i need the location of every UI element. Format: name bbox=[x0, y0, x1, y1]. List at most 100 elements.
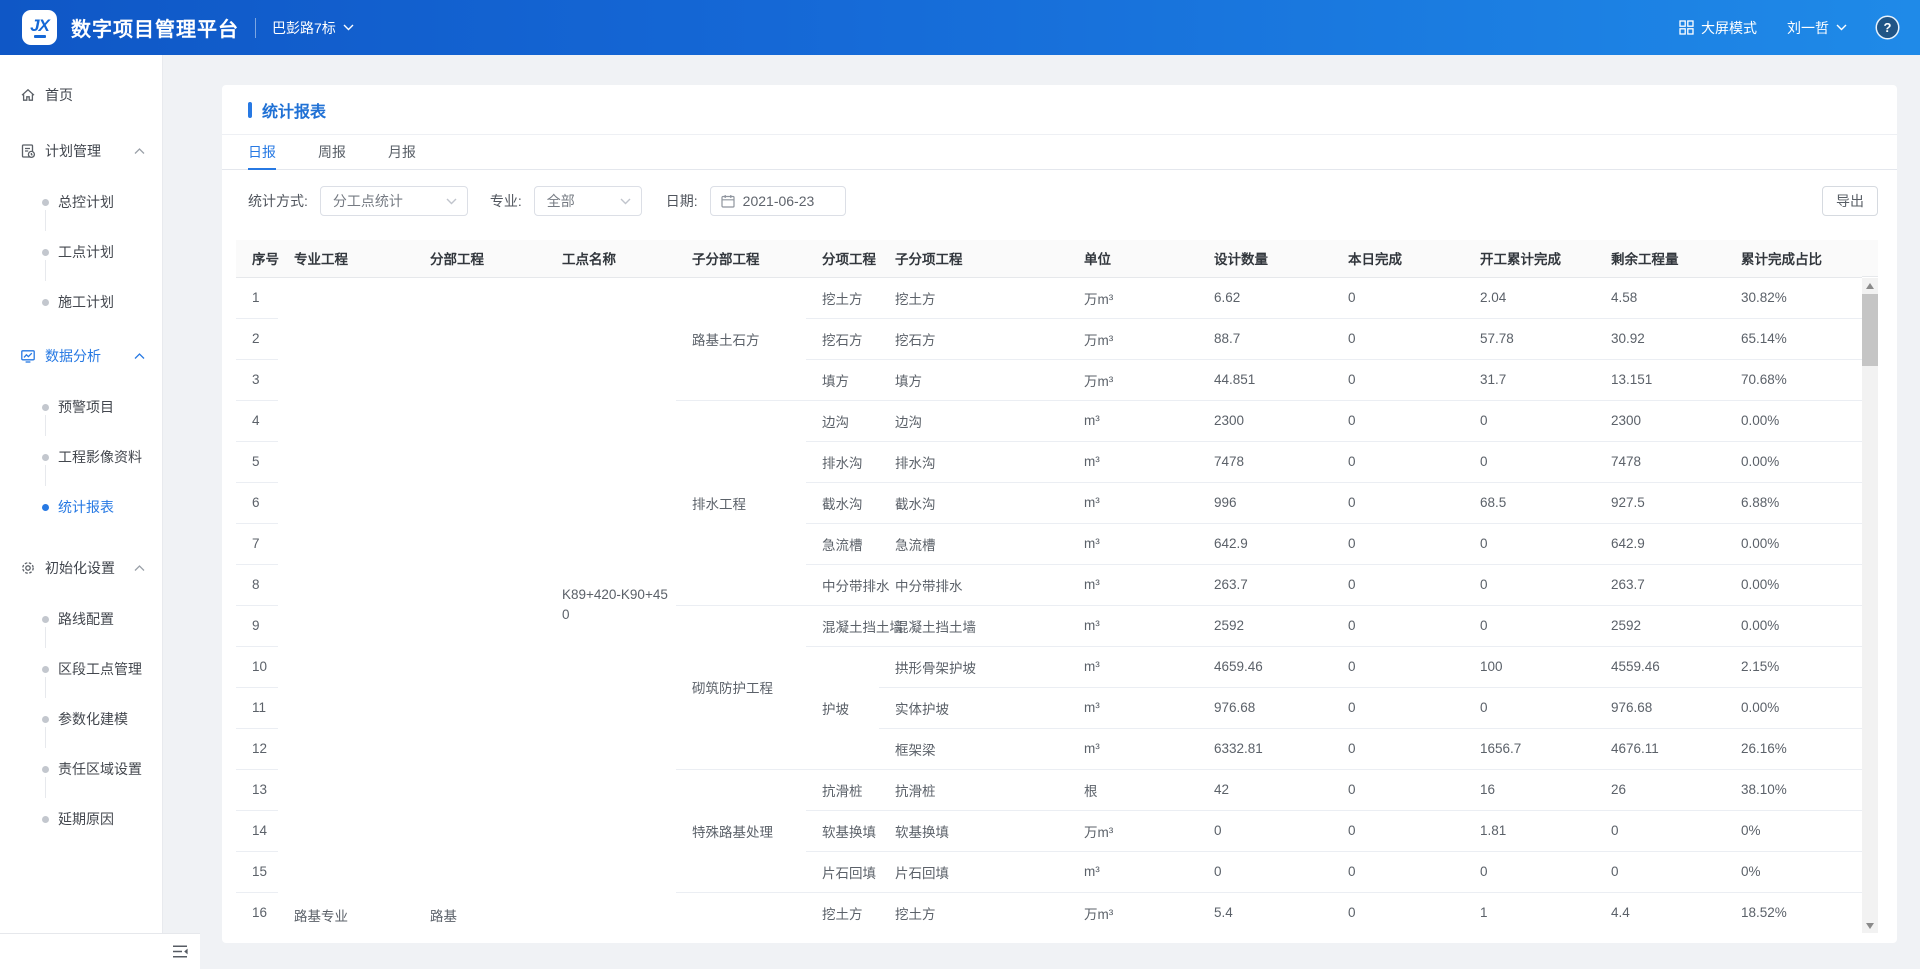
cell-no: 2 bbox=[236, 318, 278, 359]
cell-no: 1 bbox=[236, 277, 278, 318]
sidebar-item-project-images[interactable]: 工程影像资料 bbox=[0, 432, 163, 482]
vertical-scrollbar[interactable] bbox=[1862, 278, 1878, 933]
cell-today-done: 0 bbox=[1332, 359, 1464, 400]
sidebar-item-statistical-reports[interactable]: 统计报表 bbox=[0, 482, 163, 532]
user-menu[interactable]: 刘一哲 bbox=[1787, 18, 1847, 38]
scrollbar-thumb[interactable] bbox=[1862, 294, 1878, 366]
statistics-table: 序号专业工程分部工程工点名称子分部工程分项工程子分项工程单位设计数量本日完成开工… bbox=[236, 240, 1862, 933]
cell-today-done: 0 bbox=[1332, 482, 1464, 523]
sidebar-item-responsibility-area-settings[interactable]: 责任区域设置 bbox=[0, 744, 163, 794]
sidebar-item-construction-plan[interactable]: 施工计划 bbox=[0, 277, 163, 327]
header-divider bbox=[255, 18, 256, 38]
tab-weekly[interactable]: 周报 bbox=[318, 135, 346, 169]
date-input[interactable]: 2021-06-23 bbox=[710, 186, 846, 216]
sidebar-group-data-analysis: 数据分析预警项目工程影像资料统计报表 bbox=[0, 336, 163, 532]
sidebar-item-home[interactable]: 首页 bbox=[0, 75, 163, 115]
cell-no: 16 bbox=[236, 892, 278, 933]
sidebar-item-section-site-management[interactable]: 区段工点管理 bbox=[0, 644, 163, 694]
cell-unit: 万m³ bbox=[1068, 810, 1198, 851]
cell-item: 挖土方 bbox=[806, 277, 879, 318]
help-button[interactable]: ? bbox=[1877, 17, 1898, 38]
bullet-icon bbox=[42, 666, 49, 673]
cell-sub-division: 特殊路基处理 bbox=[676, 769, 806, 892]
export-button[interactable]: 导出 bbox=[1822, 186, 1878, 216]
sidebar-subitem-label: 区段工点管理 bbox=[58, 659, 142, 679]
tab-monthly[interactable]: 月报 bbox=[388, 135, 416, 169]
cell-sub-item: 中分带排水 bbox=[879, 564, 1068, 605]
sidebar-item-site-plan[interactable]: 工点计划 bbox=[0, 227, 163, 277]
chevron-up-icon bbox=[134, 565, 145, 572]
cell-item: 抗滑桩 bbox=[806, 769, 879, 810]
cell-today-done: 0 bbox=[1332, 769, 1464, 810]
big-screen-mode-button[interactable]: 大屏模式 bbox=[1679, 18, 1757, 38]
specialty-select[interactable]: 全部 bbox=[534, 186, 642, 216]
cell-started-cum: 1 bbox=[1464, 892, 1595, 933]
cell-unit: 万m³ bbox=[1068, 892, 1198, 933]
cell-cum-pct: 0% bbox=[1725, 851, 1862, 892]
table-body: 1路基专业路基K89+420-K90+450路基土石方挖土方挖土方万m³6.62… bbox=[236, 277, 1862, 933]
cell-cum-pct: 0.00% bbox=[1725, 441, 1862, 482]
sidebar-item-parametric-modeling[interactable]: 参数化建模 bbox=[0, 694, 163, 744]
table-viewport: 序号专业工程分部工程工点名称子分部工程分项工程子分项工程单位设计数量本日完成开工… bbox=[236, 240, 1862, 933]
cell-remaining: 927.5 bbox=[1595, 482, 1725, 523]
bullet-icon bbox=[42, 299, 49, 306]
sidebar-subitem-label: 工点计划 bbox=[58, 242, 114, 262]
sidebar-item-data-analysis[interactable]: 数据分析 bbox=[0, 336, 163, 376]
cell-today-done: 0 bbox=[1332, 277, 1464, 318]
cell-sub-item: 挖土方 bbox=[879, 277, 1068, 318]
cell-sub-item: 片石回填 bbox=[879, 851, 1068, 892]
cell-item: 填方 bbox=[806, 359, 879, 400]
sidebar-item-initialization-settings[interactable]: 初始化设置 bbox=[0, 548, 163, 588]
cell-remaining: 0 bbox=[1595, 810, 1725, 851]
scroll-down-arrow-icon[interactable] bbox=[1862, 918, 1878, 933]
cell-started-cum: 0 bbox=[1464, 441, 1595, 482]
bullet-icon bbox=[42, 766, 49, 773]
cell-item: 中分带排水 bbox=[806, 564, 879, 605]
sidebar-item-warning-projects[interactable]: 预警项目 bbox=[0, 382, 163, 432]
tab-daily[interactable]: 日报 bbox=[248, 135, 276, 169]
cell-no: 9 bbox=[236, 605, 278, 646]
sidebar-item-delay-reasons[interactable]: 延期原因 bbox=[0, 794, 163, 844]
col-header-no: 序号 bbox=[236, 240, 278, 277]
cell-sub-item: 抗滑桩 bbox=[879, 769, 1068, 810]
cell-design-qty: 88.7 bbox=[1198, 318, 1332, 359]
cell-today-done: 0 bbox=[1332, 564, 1464, 605]
chevron-down-icon bbox=[1836, 24, 1847, 31]
sidebar-group-home: 首页 bbox=[0, 75, 163, 115]
sidebar-subitem-label: 延期原因 bbox=[58, 809, 114, 829]
cell-started-cum: 68.5 bbox=[1464, 482, 1595, 523]
table-header: 序号专业工程分部工程工点名称子分部工程分项工程子分项工程单位设计数量本日完成开工… bbox=[236, 240, 1862, 277]
col-header-unit: 单位 bbox=[1068, 240, 1198, 277]
report-table-area: 序号专业工程分部工程工点名称子分部工程分项工程子分项工程单位设计数量本日完成开工… bbox=[236, 240, 1878, 933]
specialty-value: 全部 bbox=[547, 191, 575, 211]
project-selector[interactable]: 巴彭路7标 bbox=[272, 18, 354, 38]
sidebar-item-label: 初始化设置 bbox=[45, 558, 115, 578]
plan-icon bbox=[20, 143, 36, 159]
cell-remaining: 263.7 bbox=[1595, 564, 1725, 605]
stat-method-select[interactable]: 分工点统计 bbox=[320, 186, 468, 216]
bullet-icon bbox=[42, 199, 49, 206]
cell-sub-item: 排水沟 bbox=[879, 441, 1068, 482]
cell-cum-pct: 2.15% bbox=[1725, 646, 1862, 687]
sidebar-item-master-control-plan[interactable]: 总控计划 bbox=[0, 177, 163, 227]
cell-no: 4 bbox=[236, 400, 278, 441]
cell-remaining: 26 bbox=[1595, 769, 1725, 810]
cell-today-done: 0 bbox=[1332, 605, 1464, 646]
scroll-up-arrow-icon[interactable] bbox=[1862, 278, 1878, 293]
cell-unit: m³ bbox=[1068, 646, 1198, 687]
sidebar-submenu-data-analysis: 预警项目工程影像资料统计报表 bbox=[0, 382, 163, 532]
sidebar-submenu-plan-management: 总控计划工点计划施工计划 bbox=[0, 177, 163, 327]
cell-sub-item: 软基换填 bbox=[879, 810, 1068, 851]
cell-remaining: 642.9 bbox=[1595, 523, 1725, 564]
sidebar-item-route-config[interactable]: 路线配置 bbox=[0, 594, 163, 644]
cell-today-done: 0 bbox=[1332, 851, 1464, 892]
sidebar-item-plan-management[interactable]: 计划管理 bbox=[0, 131, 163, 171]
cell-site-name: K89+420-K90+450 bbox=[546, 277, 676, 933]
cell-remaining: 30.92 bbox=[1595, 318, 1725, 359]
cell-sub-item: 拱形骨架护坡 bbox=[879, 646, 1068, 687]
sidebar-collapse-button[interactable] bbox=[172, 944, 188, 959]
cell-no: 5 bbox=[236, 441, 278, 482]
cell-unit: 万m³ bbox=[1068, 318, 1198, 359]
cell-today-done: 0 bbox=[1332, 687, 1464, 728]
cell-no: 11 bbox=[236, 687, 278, 728]
